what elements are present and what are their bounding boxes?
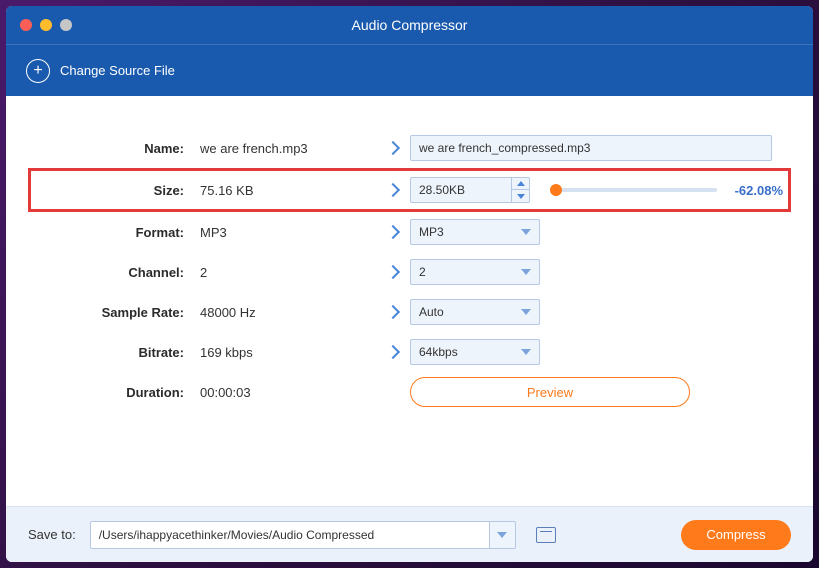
app-window: Audio Compressor + Change Source File Na… (6, 6, 813, 562)
stepper-down-button[interactable] (512, 190, 529, 202)
name-label: Name: (36, 141, 196, 156)
row-sample-rate: Sample Rate: 48000 Hz Auto (36, 292, 783, 332)
format-select-value: MP3 (419, 225, 444, 239)
chevron-down-icon (497, 532, 507, 538)
sample-rate-select[interactable]: Auto (410, 299, 540, 325)
sample-rate-select-value: Auto (419, 305, 444, 319)
compress-button[interactable]: Compress (681, 520, 791, 550)
save-path-input[interactable] (90, 521, 490, 549)
window-title: Audio Compressor (6, 17, 813, 33)
plus-circle-icon: + (26, 59, 50, 83)
save-to-label: Save to: (28, 527, 76, 542)
change-source-label: Change Source File (60, 63, 175, 78)
output-name-input[interactable] (410, 135, 772, 161)
stepper-up-button[interactable] (512, 178, 529, 190)
format-select[interactable]: MP3 (410, 219, 540, 245)
footer: Save to: Compress (6, 506, 813, 562)
size-source-value: 75.16 KB (196, 183, 376, 198)
format-label: Format: (36, 225, 196, 240)
chevron-right-icon (386, 305, 400, 319)
preview-button[interactable]: Preview (410, 377, 690, 407)
bitrate-source-value: 169 kbps (196, 345, 376, 360)
duration-label: Duration: (36, 385, 196, 400)
size-reduction-percent: -62.08% (725, 183, 783, 198)
chevron-right-icon (386, 345, 400, 359)
sample-rate-label: Sample Rate: (36, 305, 196, 320)
preview-button-label: Preview (527, 385, 573, 400)
open-folder-button[interactable] (536, 527, 556, 543)
name-source-value: we are french.mp3 (196, 141, 376, 156)
chevron-right-icon (386, 183, 400, 197)
chevron-down-icon (521, 349, 531, 355)
channel-select[interactable]: 2 (410, 259, 540, 285)
bitrate-label: Bitrate: (36, 345, 196, 360)
target-size-value: 28.50KB (411, 183, 511, 197)
triangle-down-icon (517, 194, 525, 199)
size-slider[interactable] (556, 188, 717, 192)
toolbar: + Change Source File (6, 44, 813, 96)
channel-source-value: 2 (196, 265, 376, 280)
row-duration: Duration: 00:00:03 Preview (36, 372, 783, 412)
chevron-down-icon (521, 269, 531, 275)
change-source-file-button[interactable]: + Change Source File (26, 59, 175, 83)
row-name: Name: we are french.mp3 (36, 128, 783, 168)
bitrate-select-value: 64kbps (419, 345, 458, 359)
format-source-value: MP3 (196, 225, 376, 240)
row-bitrate: Bitrate: 169 kbps 64kbps (36, 332, 783, 372)
save-path-dropdown-button[interactable] (490, 521, 516, 549)
titlebar: Audio Compressor (6, 6, 813, 44)
row-size: Size: 75.16 KB 28.50KB -62.08% (28, 168, 791, 212)
chevron-right-icon (386, 265, 400, 279)
row-channel: Channel: 2 2 (36, 252, 783, 292)
bitrate-select[interactable]: 64kbps (410, 339, 540, 365)
compress-button-label: Compress (706, 527, 765, 542)
channel-select-value: 2 (419, 265, 426, 279)
chevron-down-icon (521, 229, 531, 235)
main-panel: Name: we are french.mp3 Size: 75.16 KB 2… (6, 96, 813, 506)
chevron-down-icon (521, 309, 531, 315)
row-format: Format: MP3 MP3 (36, 212, 783, 252)
chevron-right-icon (386, 141, 400, 155)
slider-thumb[interactable] (550, 184, 562, 196)
channel-label: Channel: (36, 265, 196, 280)
size-label: Size: (36, 183, 196, 198)
target-size-stepper[interactable]: 28.50KB (410, 177, 530, 203)
sample-rate-source-value: 48000 Hz (196, 305, 376, 320)
chevron-right-icon (386, 225, 400, 239)
duration-value: 00:00:03 (196, 385, 376, 400)
triangle-up-icon (517, 181, 525, 186)
